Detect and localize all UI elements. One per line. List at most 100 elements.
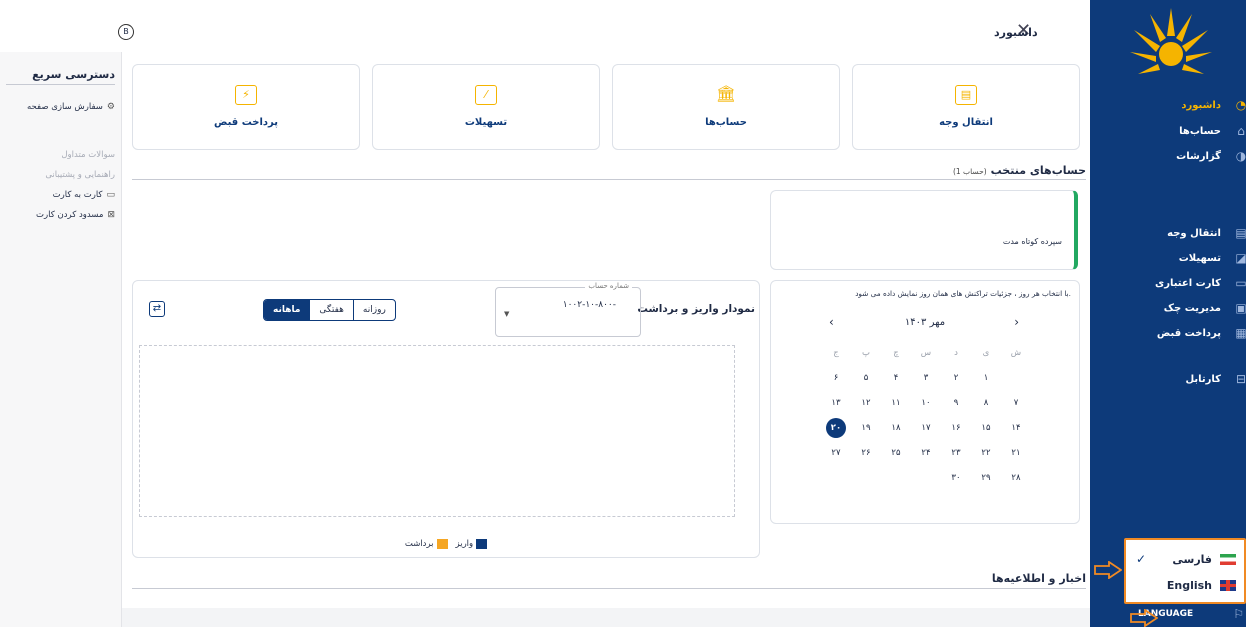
calendar-day[interactable]: ۱۱ <box>881 391 911 415</box>
chevron-left-icon[interactable]: ‹ <box>829 315 834 329</box>
calendar-day[interactable]: ۲۵ <box>881 441 911 465</box>
calendar-day[interactable]: ۳۰ <box>941 466 971 490</box>
weekday-label: ی <box>982 348 990 358</box>
calendar-day[interactable]: ۱۸ <box>881 416 911 440</box>
weekday-label: چ <box>893 348 899 358</box>
calendar-day[interactable]: ۶ <box>821 366 851 390</box>
gear-icon: ⚙ <box>106 102 115 112</box>
bank-icon: ⌂ <box>1237 124 1245 138</box>
calendar-day[interactable]: ۲۸ <box>1001 466 1031 490</box>
weekday-label: پ <box>861 348 870 358</box>
dashboard-icon: ◔ <box>1235 98 1246 112</box>
period-weekly[interactable]: هفتگی <box>309 300 353 320</box>
calendar-day[interactable]: ۲۲ <box>971 441 1001 465</box>
language-option-english[interactable]: English <box>1132 574 1240 596</box>
tile-accounts[interactable]: 🏛 حساب‌ها <box>612 64 840 150</box>
calendar-day[interactable]: ۲ <box>941 366 971 390</box>
calendar-day[interactable]: ۱۴ <box>1001 416 1031 440</box>
arrow-right-icon <box>1094 561 1122 579</box>
language-option-persian[interactable]: ✓ فارسی <box>1132 548 1240 570</box>
tile-transfer[interactable]: ▤ انتقال وجه <box>852 64 1080 150</box>
sidebar-item-loans[interactable]: ◪ تسهیلات <box>1090 247 1246 269</box>
bill-icon: ⚡ <box>235 85 257 105</box>
tile-loans[interactable]: ⁄ تسهیلات <box>372 64 600 150</box>
weekday-label: س <box>920 348 932 358</box>
selected-accounts-title: حساب‌های منتخب (1 حساب) <box>952 164 1086 177</box>
news-title: اخبار و اطلاعیه‌ها <box>991 572 1086 585</box>
quick-item-card-to-card[interactable]: ▭ کارت به کارت <box>53 190 115 200</box>
calendar-day[interactable]: ۱۲ <box>851 391 881 415</box>
account-card[interactable]: سپرده کوتاه مدت <box>770 190 1078 270</box>
divider <box>6 84 115 85</box>
calendar-day[interactable]: ۹ <box>941 391 971 415</box>
weekday-label: ش <box>1010 348 1022 358</box>
language-button[interactable]: LANGUAGE ⚐ <box>1090 601 1246 627</box>
account-select[interactable]: شماره حساب ۱۰۰۲-۱۰-۸۰۰- ▼ <box>495 282 641 337</box>
calendar-day[interactable]: ۱۵ <box>971 416 1001 440</box>
legend-swatch-withdraw <box>436 539 448 549</box>
calendar-day[interactable]: ۲۳ <box>941 441 971 465</box>
calendar-note: با انتخاب هر روز ، جزئیات تراکنش های هما… <box>855 289 1071 298</box>
calendar-day[interactable]: ۲۱ <box>1001 441 1031 465</box>
calendar-day[interactable]: ۲۶ <box>851 441 881 465</box>
chart-legend: واریز برداشت <box>133 539 759 549</box>
quick-item-support[interactable]: راهنمایی و پشتیبانی <box>45 170 115 180</box>
sidebar-item-reports[interactable]: ◑ گزارشات <box>1090 145 1246 167</box>
calendar-day[interactable]: ۲۹ <box>971 466 1001 490</box>
tile-bill-payment[interactable]: ⚡ پرداخت قبض <box>132 64 360 150</box>
wallet-icon: ▤ <box>955 85 977 105</box>
weekday-label: ج <box>833 348 839 358</box>
calendar-month: مهر ۱۴۰۳ <box>904 317 946 328</box>
period-monthly[interactable]: ماهانه <box>264 300 310 320</box>
quick-item-block-card[interactable]: ⊠ مسدود کردن کارت <box>36 210 115 220</box>
calendar-day-selected[interactable]: ۲۰ <box>821 416 851 440</box>
period-daily[interactable]: روزانه <box>352 300 395 320</box>
block-card-icon: ⊠ <box>107 210 115 220</box>
sidebar-item-check[interactable]: ▣ مدیریت چک <box>1090 297 1246 319</box>
calendar-day[interactable]: ۱۰ <box>911 391 941 415</box>
sidebar-item-cartable[interactable]: ⊟ کارتابل <box>1090 368 1246 390</box>
quick-item-faq[interactable]: سوالات متداول <box>61 150 115 160</box>
pie-chart-icon: ◑ <box>1235 149 1246 163</box>
main-content: ⚡ پرداخت قبض ⁄ تسهیلات 🏛 حساب‌ها ▤ انتقا… <box>122 52 1090 627</box>
calendar-day[interactable]: ۱۳ <box>821 391 851 415</box>
calendar-day[interactable]: ۳ <box>911 366 941 390</box>
uk-flag-icon <box>1220 579 1236 591</box>
sidebar-item-accounts[interactable]: ⌂ حساب‌ها <box>1090 120 1246 142</box>
calendar-day[interactable]: ۸ <box>971 391 1001 415</box>
check-icon: ▣ <box>1235 301 1246 315</box>
deposit-withdraw-chart: نمودار واریز و برداشت شماره حساب ۱۰۰۲-۱۰… <box>132 280 760 558</box>
calendar-day[interactable]: ۱۶ <box>941 416 971 440</box>
calendar-day[interactable]: ۱۷ <box>911 416 941 440</box>
user-circle-icon[interactable]: B <box>118 24 134 40</box>
calendar-day[interactable]: ۱ <box>971 366 1001 390</box>
top-bar: ✕ داشبورد B <box>0 0 1090 52</box>
bill-icon: ▦ <box>1235 326 1246 340</box>
card-icon: ▭ <box>106 190 115 200</box>
sidebar-item-transfer[interactable]: ▤ انتقال وجه <box>1090 222 1246 244</box>
calendar-day[interactable]: ۱۹ <box>851 416 881 440</box>
loan-icon: ◪ <box>1235 251 1246 265</box>
calendar-day[interactable]: ۲۷ <box>821 441 851 465</box>
quick-access-panel: دسترسی سریع ⚙ سفارش سازی صفحه سوالات متدا… <box>0 52 122 627</box>
sidebar: ◔ داشبورد ⌂ حساب‌ها ◑ گزارشات ▤ انتقال و… <box>1090 0 1246 627</box>
loan-icon: ⁄ <box>475 85 497 105</box>
calendar-day[interactable]: ۷ <box>1001 391 1031 415</box>
legend-item-withdraw: برداشت <box>405 539 448 549</box>
calendar-day[interactable]: ۵ <box>851 366 881 390</box>
language-menu: ✓ فارسی English <box>1124 538 1246 604</box>
brand-sun-logo <box>1130 8 1212 74</box>
quick-access-title: دسترسی سریع <box>32 68 115 81</box>
account-name: سپرده کوتاه مدت <box>1002 237 1062 246</box>
calendar-day[interactable]: ۲۴ <box>911 441 941 465</box>
sidebar-item-bill[interactable]: ▦ پرداخت قبض <box>1090 322 1246 344</box>
calendar-day[interactable]: ۴ <box>881 366 911 390</box>
swap-icon[interactable]: ⇄ <box>149 301 165 317</box>
wallet-icon: ▤ <box>1235 226 1246 240</box>
briefcase-icon: ⊟ <box>1235 372 1246 386</box>
quick-item-customize[interactable]: ⚙ سفارش سازی صفحه <box>27 102 115 112</box>
flag-icon: ⚐ <box>1233 607 1244 621</box>
sidebar-item-dashboard[interactable]: ◔ داشبورد <box>1090 94 1246 116</box>
divider <box>132 588 1086 589</box>
sidebar-item-credit-card[interactable]: ▭ کارت اعتباری <box>1090 272 1246 294</box>
